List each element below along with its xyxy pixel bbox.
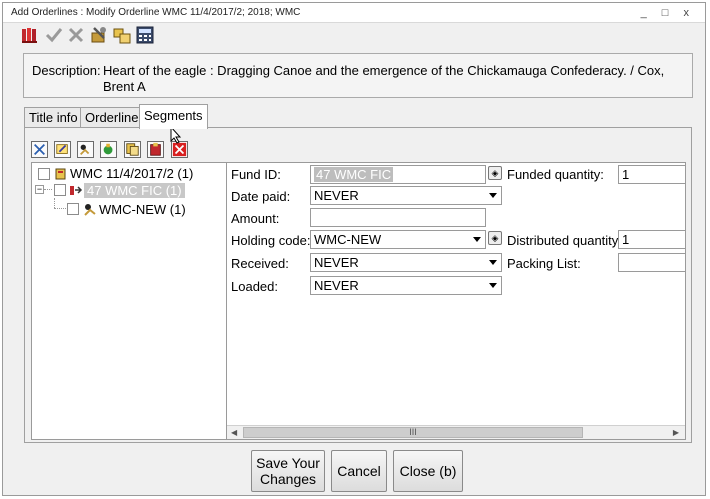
holding-code-select[interactable]: WMC-NEW [310,230,486,249]
holding-code-label: Holding code: [231,233,311,248]
distributed-quantity-input[interactable]: 1 [618,230,685,249]
tools-icon[interactable] [90,26,108,44]
fund-arrow-icon [70,186,83,195]
amount-input[interactable] [310,208,486,227]
description-label: Description: [32,63,101,78]
segment-form: Fund ID: 47 WMC FIC ◈ Date paid: NEVER A… [226,162,686,440]
books-icon[interactable] [21,26,39,44]
tree-item-holding[interactable]: WMC-NEW (1) [99,202,186,217]
funded-quantity-label: Funded quantity: [507,167,604,182]
received-label: Received: [231,256,289,271]
chevron-down-icon [489,193,497,198]
chevron-down-icon [489,283,497,288]
amount-label: Amount: [231,211,280,226]
fund-id-label: Fund ID: [231,167,281,182]
loaded-select[interactable]: NEVER [310,276,502,295]
fund-lookup-icon[interactable]: ◈ [488,166,502,180]
holding-lookup-icon[interactable]: ◈ [488,231,502,245]
edit-icon[interactable] [54,141,71,158]
save-changes-button[interactable]: Save Your Changes [251,450,325,492]
collapse-toggle-icon[interactable]: − [35,185,44,194]
tree-checkbox-order[interactable] [38,168,50,180]
packing-list-input[interactable] [618,253,685,272]
calculator-icon[interactable] [136,26,154,44]
window-controls[interactable]: _ □ x [641,3,695,22]
loaded-label: Loaded: [231,279,278,294]
scroll-right-icon[interactable]: ▶ [673,428,679,437]
tab-orderline[interactable]: Orderline [80,107,144,128]
tree-item-order[interactable]: WMC 11/4/2017/2 (1) [70,166,193,181]
packing-list-label: Packing List: [507,256,581,271]
description-box: Description: Heart of the eagle : Draggi… [23,53,693,98]
tab-title-info[interactable]: Title info [24,107,83,128]
money-icon[interactable] [100,141,117,158]
cancel-button[interactable]: Cancel [331,450,387,492]
received-select[interactable]: NEVER [310,253,502,272]
description-text: Heart of the eagle : Dragging Canoe and … [103,63,665,94]
holding-icon [84,204,96,216]
order-icon [55,168,66,180]
check-icon[interactable] [45,26,63,44]
horizontal-scrollbar[interactable]: ◀ III ▶ [227,425,685,439]
add-icon[interactable] [77,141,94,158]
tree-item-fund-label: 47 WMC FIC (1) [84,183,185,198]
modify-orderline-window: Add Orderlines : Modify Orderline WMC 11… [2,2,706,496]
fund-id-field: 47 WMC FIC [310,165,486,184]
date-paid-select[interactable]: NEVER [310,186,502,205]
folders-icon[interactable] [113,26,131,44]
tree-checkbox-fund[interactable] [54,184,66,196]
delete-icon[interactable] [67,26,85,44]
close-button[interactable]: Close (b) [393,450,463,492]
chevron-down-icon [489,260,497,265]
window-title: Add Orderlines : Modify Orderline WMC 11… [11,7,301,18]
tree-checkbox-holding[interactable] [67,203,79,215]
copy-icon[interactable] [124,141,141,158]
expand-icon[interactable] [31,141,48,158]
fund-id-value: 47 WMC FIC [314,167,394,182]
segment-tree: WMC 11/4/2017/2 (1) − 47 WMC FIC (1) WMC… [31,162,227,440]
paste-icon[interactable] [147,141,164,158]
funded-quantity-input[interactable]: 1 [618,165,685,184]
chevron-down-icon [473,237,481,242]
distributed-quantity-label: Distributed quantity: [507,233,622,248]
scroll-thumb[interactable]: III [243,427,583,438]
tab-segments[interactable]: Segments [139,104,208,129]
date-paid-label: Date paid: [231,189,291,204]
title-bar: Add Orderlines : Modify Orderline WMC 11… [3,3,705,23]
tree-item-fund[interactable]: 47 WMC FIC (1) [84,183,185,198]
scroll-left-icon[interactable]: ◀ [231,428,237,437]
